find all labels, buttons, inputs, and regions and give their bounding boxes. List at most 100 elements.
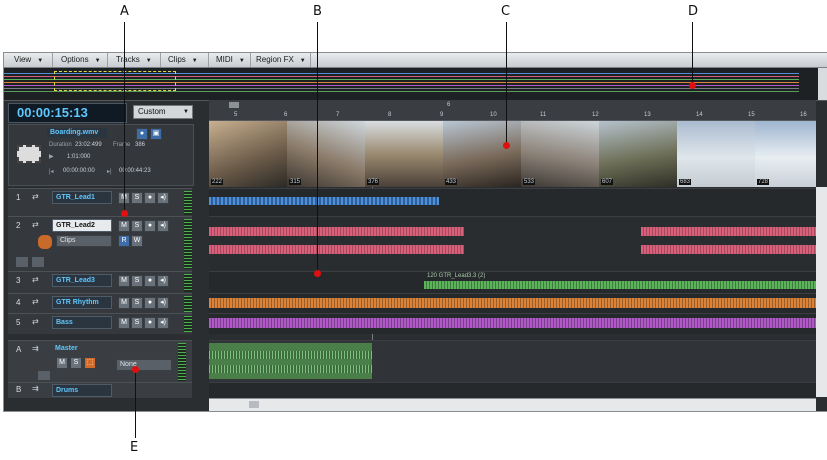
input-echo-button[interactable]: ◂) xyxy=(157,297,169,309)
track-lane-1[interactable] xyxy=(209,188,816,217)
trim-start-value[interactable]: 00:00:00:00 xyxy=(63,168,95,174)
track-name[interactable]: GTR Rhythm xyxy=(52,296,112,309)
record-arm-button[interactable]: ● xyxy=(144,275,156,287)
callout-line-b xyxy=(317,22,318,272)
ruler-tick: 15 xyxy=(748,112,755,118)
ruler-tick: 14 xyxy=(696,112,703,118)
input-echo-button[interactable]: ◂) xyxy=(157,220,169,232)
preset-dropdown[interactable]: Custom ▼ xyxy=(133,105,193,119)
thumb-frame-number: 433 xyxy=(445,179,458,185)
marker-flag[interactable] xyxy=(229,102,239,108)
record-arm-button[interactable]: ● xyxy=(144,317,156,329)
solo-button[interactable]: S xyxy=(131,317,143,329)
audio-clip[interactable] xyxy=(209,318,816,328)
read-automation-button[interactable]: R xyxy=(118,235,130,247)
track-header-3[interactable]: 3 ⇄ GTR_Lead3 M S ● ◂) xyxy=(8,271,192,294)
frame-label: Frame xyxy=(113,142,131,148)
menu-view[interactable]: View ▼ xyxy=(10,53,53,67)
navigator-scrollbar[interactable] xyxy=(818,68,827,100)
audio-clip[interactable] xyxy=(209,365,372,373)
ruler-tick: 12 xyxy=(592,112,599,118)
solo-button[interactable]: S xyxy=(70,357,82,369)
audio-clip[interactable] xyxy=(209,298,816,308)
horizontal-scrollbar[interactable] xyxy=(209,398,816,411)
audio-clip[interactable] xyxy=(209,245,464,254)
output-dropdown[interactable]: None xyxy=(116,359,172,371)
bus-lane-master[interactable] xyxy=(209,340,816,383)
video-settings-button[interactable]: ● xyxy=(136,128,148,140)
menu-clips-label: Clips xyxy=(168,55,186,64)
bus-header-master[interactable]: A ⇉ Master M S ⬚ None xyxy=(8,340,192,383)
video-display-button[interactable]: ▣ xyxy=(150,128,162,140)
track-name[interactable]: GTR_Lead3 xyxy=(52,274,112,287)
track-navigator[interactable] xyxy=(4,68,827,101)
write-automation-button[interactable]: W xyxy=(131,235,143,247)
callout-d: D xyxy=(688,4,699,19)
record-arm-button[interactable]: ● xyxy=(144,220,156,232)
solo-button[interactable]: S xyxy=(131,192,143,204)
input-echo-button[interactable]: ◂) xyxy=(157,192,169,204)
fx-button[interactable]: ⬚ xyxy=(84,357,96,369)
bus-lane-drums[interactable] xyxy=(209,382,816,399)
menu-midi[interactable]: MIDI ▼ xyxy=(212,53,251,67)
track-lane-2[interactable] xyxy=(209,216,816,272)
thumb-frame-number: 315 xyxy=(289,179,302,185)
solo-button[interactable]: S xyxy=(131,220,143,232)
solo-button[interactable]: S xyxy=(131,275,143,287)
track-header-5[interactable]: 5 ⇄ Bass M S ● ◂) xyxy=(8,313,192,334)
automation-icon[interactable] xyxy=(32,257,44,267)
menu-tracks[interactable]: Tracks ▼ xyxy=(112,53,161,67)
audio-clip[interactable] xyxy=(209,351,372,359)
bus-name[interactable]: Drums xyxy=(52,384,112,397)
bus-header-drums[interactable]: B ⇉ Drums xyxy=(8,382,192,399)
record-arm-button[interactable]: ● xyxy=(144,297,156,309)
video-thumbnail xyxy=(365,121,443,187)
video-thumbnail xyxy=(287,121,365,187)
mute-button[interactable]: M xyxy=(118,275,130,287)
source-dropdown[interactable]: Clips xyxy=(56,235,112,247)
track-header-1[interactable]: 1 ⇄ GTR_Lead1 M S ● ◂) xyxy=(8,188,192,217)
bus-name[interactable]: Master xyxy=(52,343,110,354)
callout-line-a xyxy=(124,22,125,212)
scroll-thumb[interactable] xyxy=(249,401,259,408)
vertical-scrollbar[interactable] xyxy=(816,187,827,397)
mute-button[interactable]: M xyxy=(118,220,130,232)
play-icon[interactable]: ▶ xyxy=(49,153,54,160)
track-name[interactable]: GTR_Lead1 xyxy=(52,191,112,204)
now-time-display[interactable]: 00:00:15:13 xyxy=(8,103,127,123)
record-arm-button[interactable]: ● xyxy=(144,192,156,204)
track-header-2[interactable]: 2 ⇄ GTR_Lead2 M S ● ◂) Clips R W xyxy=(8,216,192,272)
track-name[interactable]: GTR_Lead2 xyxy=(52,219,112,232)
film-icon xyxy=(17,145,41,163)
audio-clip[interactable] xyxy=(209,343,372,379)
mute-button[interactable]: M xyxy=(56,357,68,369)
trim-start-icon[interactable]: |◂ xyxy=(49,168,54,175)
mute-button[interactable]: M xyxy=(118,297,130,309)
video-thumbnail-strip[interactable]: 222 315 376 433 533 607 683 728 xyxy=(209,121,816,187)
audio-clip[interactable] xyxy=(209,227,464,236)
menu-region-fx[interactable]: Region FX ▼ xyxy=(252,53,311,67)
automation-icon[interactable] xyxy=(38,371,50,380)
video-filename[interactable]: Boarding.wmv xyxy=(47,128,107,138)
audio-clip[interactable] xyxy=(641,245,816,254)
input-echo-button[interactable]: ◂) xyxy=(157,275,169,287)
solo-button[interactable]: S xyxy=(131,297,143,309)
track-lane-4[interactable] xyxy=(209,293,816,314)
time-ruler[interactable]: 5 6 7 8 9 10 11 12 13 14 15 16 6 xyxy=(209,100,816,121)
menu-options[interactable]: Options ▼ xyxy=(57,53,108,67)
edit-filter-icon[interactable] xyxy=(16,257,28,267)
menu-clips[interactable]: Clips ▼ xyxy=(164,53,209,67)
trim-end-icon[interactable]: ▸| xyxy=(107,168,112,175)
clip-label: 120 GTR_Lead3.3 (2) xyxy=(427,273,486,279)
mute-button[interactable]: M xyxy=(118,317,130,329)
input-echo-button[interactable]: ◂) xyxy=(157,317,169,329)
track-name[interactable]: Bass xyxy=(52,316,112,329)
audio-clip[interactable] xyxy=(209,197,439,205)
track-header-4[interactable]: 4 ⇄ GTR Rhythm M S ● ◂) xyxy=(8,293,192,314)
navigator-view-box[interactable] xyxy=(54,71,176,91)
bus-letter: B xyxy=(16,385,22,394)
track-lane-3[interactable]: 120 GTR_Lead3.3 (2) xyxy=(209,271,816,294)
audio-clip[interactable] xyxy=(424,281,816,289)
track-lane-5[interactable] xyxy=(209,313,816,334)
audio-clip[interactable] xyxy=(641,227,816,236)
